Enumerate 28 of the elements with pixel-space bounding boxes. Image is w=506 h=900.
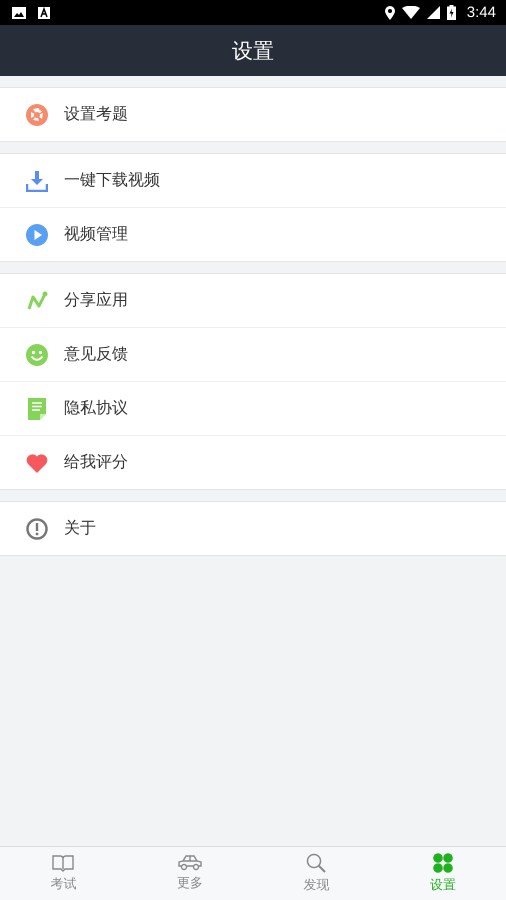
- car-icon: [178, 855, 202, 871]
- settings-item[interactable]: 设置考题: [0, 88, 506, 141]
- line-chart-icon: [26, 290, 48, 312]
- wifi-icon: [402, 6, 420, 19]
- clover-icon: [432, 853, 453, 873]
- settings-item[interactable]: 一键下载视频: [0, 154, 506, 207]
- document-icon: [28, 398, 46, 420]
- search-icon: [306, 853, 326, 873]
- settings-item[interactable]: 分享应用: [0, 274, 506, 327]
- font-icon: [38, 6, 50, 18]
- play-icon: [26, 224, 48, 246]
- info-icon: [26, 518, 48, 540]
- page-title: 设置: [232, 38, 274, 64]
- heart-icon: [26, 452, 48, 472]
- smiley-icon: [26, 344, 48, 366]
- settings-item[interactable]: 视频管理: [0, 207, 506, 261]
- signal-icon: [426, 6, 440, 19]
- book-icon: [52, 854, 74, 872]
- settings-item[interactable]: 关于: [0, 502, 506, 555]
- clock-time: 3:44: [466, 4, 496, 21]
- image-icon: [12, 6, 26, 18]
- battery-icon: [446, 5, 456, 20]
- location-icon: [384, 6, 395, 20]
- settings-item[interactable]: 隐私协议: [0, 381, 506, 435]
- aperture-icon: [26, 104, 48, 126]
- download-icon: [26, 170, 48, 192]
- settings-item[interactable]: 给我评分: [0, 435, 506, 489]
- settings-item[interactable]: 意见反馈: [0, 327, 506, 381]
